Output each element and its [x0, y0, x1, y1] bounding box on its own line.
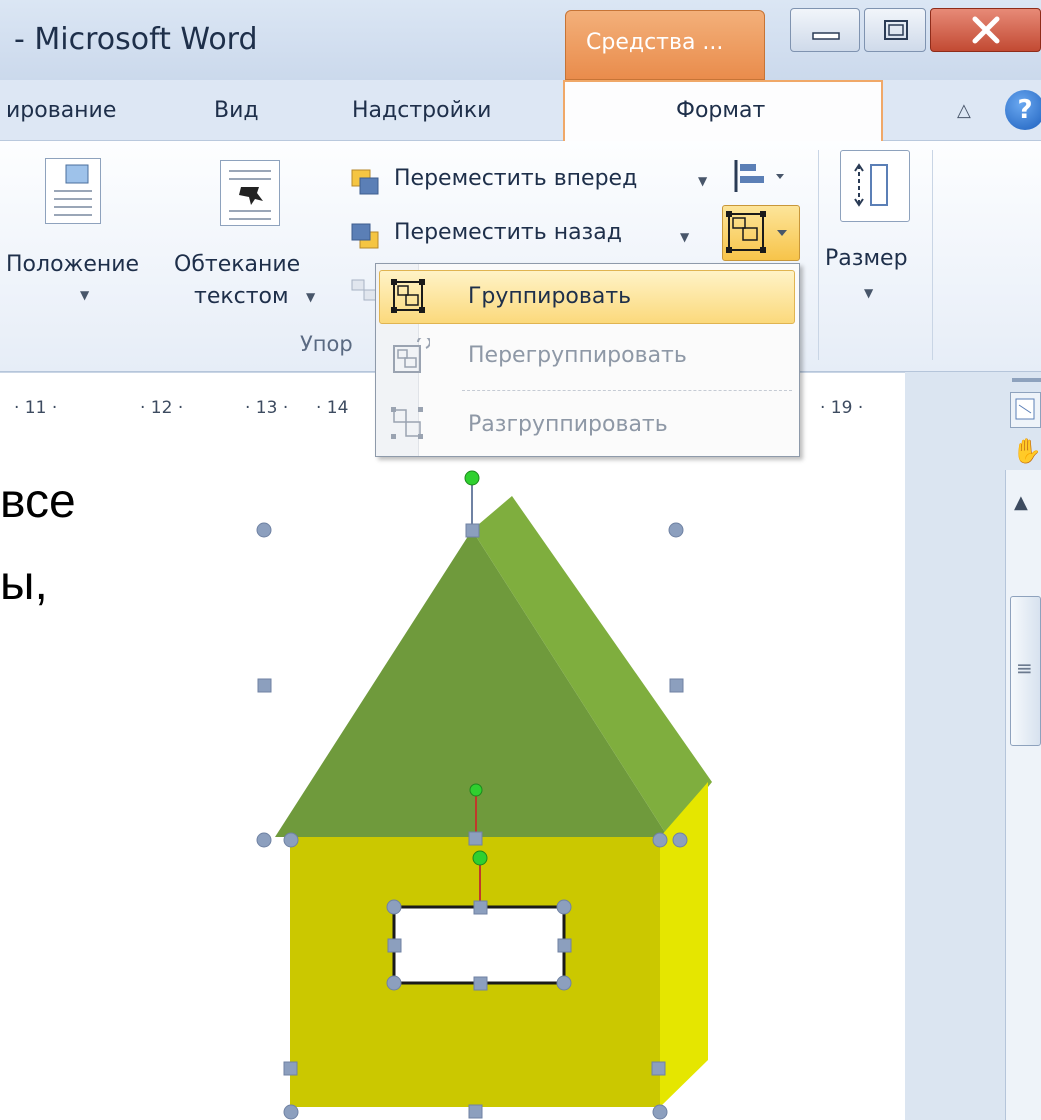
document-text-line: все	[0, 475, 76, 528]
house-window[interactable]	[392, 905, 566, 985]
close-icon	[972, 16, 1000, 44]
house-drawing[interactable]	[240, 460, 740, 1120]
scroll-grip-icon: ≡	[1016, 656, 1033, 680]
ruler-mark: · 12 ·	[140, 398, 184, 418]
house-side[interactable]	[660, 782, 708, 1107]
menu-item-ungroup[interactable]: Разгруппировать	[468, 412, 668, 437]
rotate-handle[interactable]	[472, 850, 488, 866]
ruler-icon	[1015, 398, 1035, 420]
hand-icon[interactable]: ✋	[1012, 437, 1041, 465]
size-icon[interactable]	[840, 150, 910, 222]
split-grip[interactable]	[1012, 378, 1041, 382]
menu-item-group-label: Группировать	[468, 284, 632, 309]
minimize-icon	[812, 32, 840, 40]
maximize-button[interactable]	[864, 8, 926, 52]
tab-format-label: Формат	[676, 98, 766, 123]
context-tab-label: Средства ...	[586, 30, 724, 55]
ruler-mark: · 19 ·	[820, 398, 864, 418]
maximize-icon	[884, 20, 908, 40]
document-text-line: ы,	[0, 557, 48, 610]
send-backward-icon	[351, 223, 379, 249]
view-ruler-button[interactable]	[1010, 392, 1041, 428]
ungroup-icon	[391, 407, 423, 439]
menu-item-regroup[interactable]: Перегруппировать	[468, 343, 687, 368]
tab-view[interactable]: Вид	[214, 98, 259, 123]
size-label: Размер	[825, 246, 908, 271]
ruler-mark: · 11 ·	[14, 398, 58, 418]
close-button[interactable]	[930, 8, 1041, 52]
send-backward-button[interactable]: Переместить назад	[394, 220, 622, 245]
collapse-ribbon-icon[interactable]: △	[957, 100, 971, 121]
position-icon[interactable]	[45, 158, 101, 224]
menu-divider	[462, 390, 792, 391]
ribbon-separator	[818, 150, 819, 360]
wrap-text-icon[interactable]	[220, 160, 280, 226]
bring-forward-button[interactable]: Переместить вперед	[394, 166, 637, 191]
minimize-button[interactable]	[790, 8, 860, 52]
tab-review[interactable]: ирование	[6, 98, 116, 123]
send-backward-dropdown-arrow[interactable]: ▼	[680, 230, 689, 244]
help-icon[interactable]: ?	[1005, 90, 1041, 130]
align-icon[interactable]	[732, 158, 792, 194]
tab-addins[interactable]: Надстройки	[352, 98, 491, 123]
group-icon	[726, 211, 787, 253]
position-label: Положение	[6, 252, 140, 277]
group-button[interactable]	[722, 205, 800, 261]
bring-forward-dropdown-arrow[interactable]: ▼	[698, 174, 707, 188]
rotate-handle[interactable]	[469, 783, 483, 797]
ruler-mark: · 14	[316, 398, 349, 418]
rotate-handle[interactable]	[464, 470, 480, 486]
regroup-icon	[393, 338, 430, 373]
scroll-up-arrow[interactable]: ▲	[1014, 492, 1028, 513]
position-dropdown-arrow[interactable]: ▼	[80, 288, 89, 302]
ribbon-separator-2	[932, 150, 933, 360]
wrap-text-label-line2: текстом	[194, 284, 289, 309]
size-dropdown-arrow[interactable]: ▼	[864, 286, 873, 300]
arrange-group-label: Упор	[300, 332, 353, 356]
vertical-scrollbar[interactable]	[1005, 470, 1041, 1120]
window-title: - Microsoft Word	[14, 22, 258, 57]
ruler-mark: · 13 ·	[245, 398, 289, 418]
ribbon-tabs	[0, 80, 1041, 141]
wrap-text-label-line1: Обтекание	[174, 252, 301, 277]
group-icon	[391, 279, 425, 313]
wrap-text-dropdown-arrow[interactable]: ▼	[306, 290, 315, 304]
bring-forward-icon	[351, 169, 379, 195]
